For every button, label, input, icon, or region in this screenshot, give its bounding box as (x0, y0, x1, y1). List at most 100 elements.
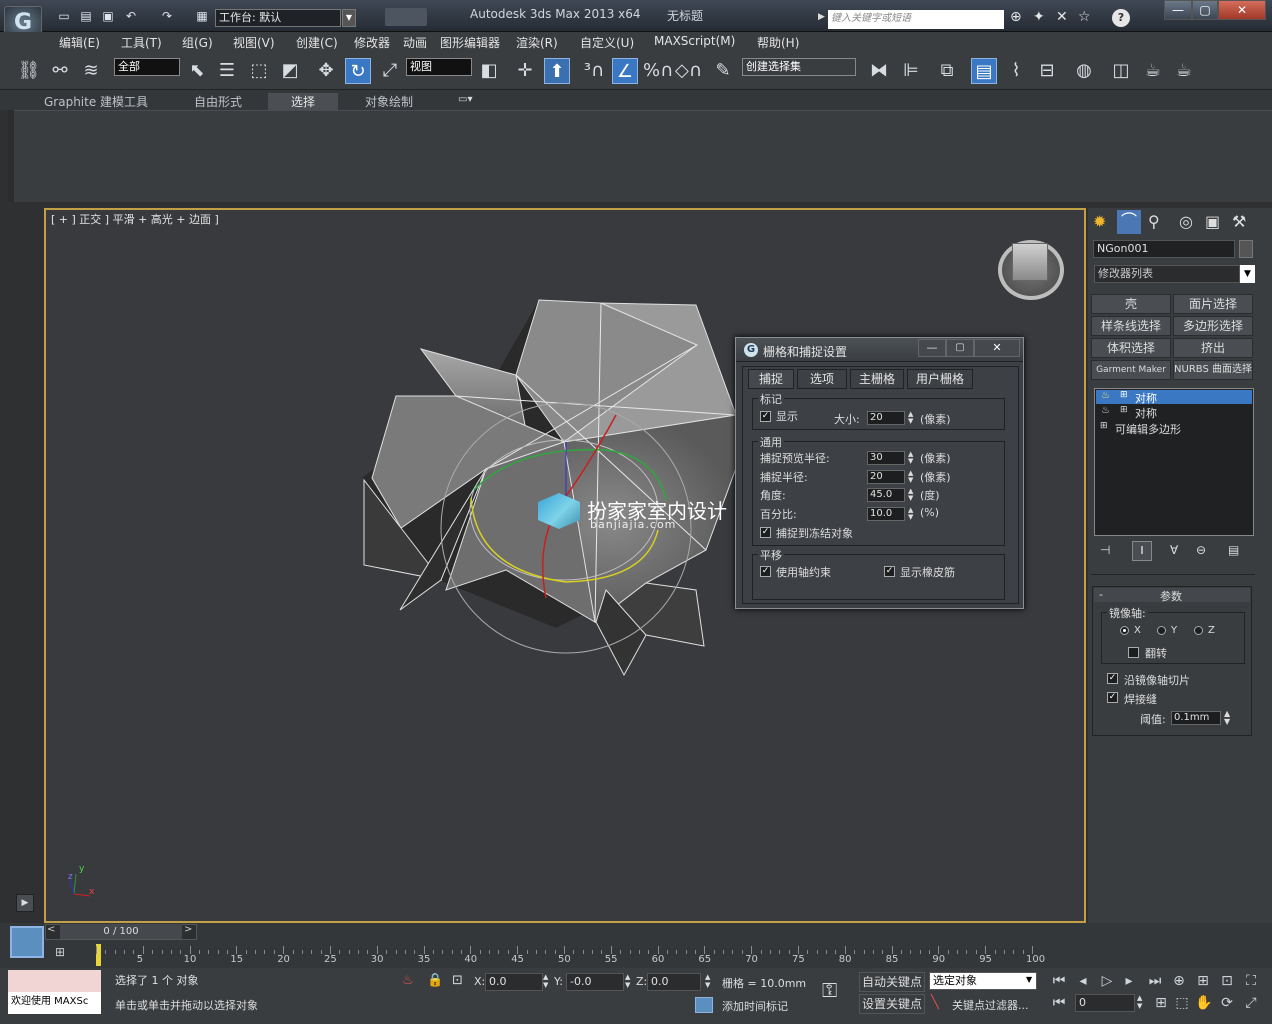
size-spinner-icon[interactable]: ▲ ▼ (908, 411, 913, 425)
time-slider-frame[interactable]: 0 / 100 (60, 924, 182, 939)
modifier-poly-select-button[interactable]: 多边形选择 (1173, 316, 1253, 336)
menu-views[interactable]: 视图(V) (233, 34, 275, 51)
auto-key-button[interactable]: 自动关键点 (859, 972, 925, 992)
render-production-icon[interactable]: ☕ (1171, 58, 1197, 84)
modifier-spline-select-button[interactable]: 样条线选择 (1091, 316, 1171, 336)
render-setup-icon[interactable]: ◫ (1108, 58, 1134, 84)
collapse-minus-icon[interactable]: - (1099, 588, 1103, 601)
binoculars-icon[interactable]: ⊕ (1010, 9, 1022, 25)
play-icon[interactable]: ▷ (1098, 972, 1116, 990)
snap-to-frozen-checkbox[interactable]: ✓ (760, 527, 771, 538)
make-unique-icon[interactable]: ∀ (1170, 543, 1178, 557)
hierarchy-tab-icon[interactable]: ⚲ (1148, 212, 1160, 231)
y-spinner-icon[interactable]: ▲ ▼ (625, 973, 630, 989)
tab-selection[interactable]: 选择 (268, 93, 338, 110)
time-slider-next-icon[interactable]: > (184, 924, 192, 935)
threshold-spinner-icon[interactable]: ▲ ▼ (1224, 710, 1230, 726)
display-tab-icon[interactable]: ▣ (1205, 212, 1220, 231)
create-tab-icon[interactable]: ✹ (1093, 212, 1106, 231)
slice-along-mirror-checkbox[interactable]: ✓ (1107, 673, 1118, 684)
ribbon-options-icon[interactable]: ▭▾ (458, 94, 472, 105)
named-selection-set-select[interactable]: 创建选择集 (742, 58, 856, 76)
modifier-list-select[interactable]: 修改器列表 (1094, 265, 1240, 283)
maxscript-listener-icon[interactable]: ▶ (16, 894, 34, 912)
dialog-maximize-button[interactable]: ▢ (946, 339, 974, 357)
menu-edit[interactable]: 编辑(E) (59, 34, 100, 51)
workspace-select[interactable]: 工作台: 默认 (215, 9, 341, 27)
modifier-garment-maker-button[interactable]: Garment Maker (1091, 360, 1171, 380)
rectangular-selection-icon[interactable]: ⬚ (246, 58, 272, 84)
align-icon[interactable]: ⊫ (898, 58, 924, 84)
preview-radius-spinner-icon[interactable]: ▲ ▼ (908, 451, 913, 465)
rendered-frame-icon[interactable]: ☕ (1140, 58, 1166, 84)
mini-curve-editor-toggle[interactable] (10, 926, 44, 958)
lightbulb-icon[interactable]: ♨ (1101, 390, 1110, 401)
stack-item-symmetry-2[interactable]: 对称 (1135, 405, 1157, 421)
spinner-snap-icon[interactable]: ◇∩ (675, 58, 702, 84)
material-editor-icon[interactable]: ◍ (1071, 58, 1097, 84)
pan-view-icon[interactable]: ✋ (1195, 994, 1213, 1012)
mirror-icon[interactable]: ⧓ (866, 58, 892, 84)
menu-customize[interactable]: 自定义(U) (580, 34, 634, 51)
preview-radius-field[interactable]: 30 (867, 451, 905, 465)
add-time-tag-label[interactable]: 添加时间标记 (722, 998, 788, 1014)
pivot-center-icon[interactable]: ◧ (476, 58, 502, 84)
reference-coordinate-select[interactable]: 视图 (406, 58, 472, 76)
key-mode-select[interactable]: 选定对象 (929, 972, 1037, 990)
tab-object-paint[interactable]: 对象绘制 (365, 93, 413, 110)
menu-animation[interactable]: 动画 (403, 34, 427, 51)
selection-filter-select[interactable]: 全部 (114, 58, 180, 76)
percent-spinner-icon[interactable]: ▲ ▼ (908, 507, 913, 521)
viewport-label[interactable]: [ + ] 正交 ] 平滑 + 高光 + 边面 ] (51, 211, 219, 227)
show-end-result-icon[interactable]: I (1132, 541, 1152, 561)
keyboard-shortcut-override-icon[interactable]: ⬆ (544, 58, 570, 84)
utilities-tab-icon[interactable]: ⚒ (1232, 212, 1246, 231)
expand-plus-icon[interactable]: ⊞ (1120, 390, 1128, 400)
scale-icon[interactable]: ⤢ (377, 58, 403, 84)
tab-options[interactable]: 选项 (797, 369, 847, 389)
x-spinner-icon[interactable]: ▲ ▼ (543, 973, 548, 989)
key-filters-button[interactable]: 关键点过滤器... (952, 997, 1029, 1013)
percent-field[interactable]: 10.0 (867, 507, 905, 521)
menu-tools[interactable]: 工具(T) (121, 34, 162, 51)
menu-maxscript[interactable]: MAXScript(M) (654, 34, 735, 48)
modifier-nurbs-surface-select-button[interactable]: NURBS 曲面选择 (1173, 360, 1253, 380)
modifier-shell-button[interactable]: 壳 (1091, 294, 1171, 314)
schematic-view-icon[interactable]: ⊟ (1034, 58, 1060, 84)
modifier-volume-select-button[interactable]: 体积选择 (1091, 338, 1171, 358)
bind-spacewarp-icon[interactable]: ≋ (78, 58, 104, 84)
angle-field[interactable]: 45.0 (867, 488, 905, 502)
link-icon[interactable]: ⛓ (16, 58, 42, 84)
zoom-extents-icon[interactable]: ⊞ (1194, 972, 1212, 990)
viewcube-box[interactable] (1012, 243, 1048, 281)
tab-snaps[interactable]: 捕捉 (748, 369, 794, 389)
object-color-swatch[interactable] (1239, 240, 1253, 258)
absolute-mode-icon[interactable]: ⊡ (452, 973, 463, 988)
minimize-button[interactable]: — (1164, 0, 1192, 20)
window-crossing-icon[interactable]: ◩ (277, 58, 303, 84)
help-icon[interactable]: ? (1112, 9, 1130, 27)
menu-rendering[interactable]: 渲染(R) (516, 34, 558, 51)
zoom-region-icon[interactable]: ⬚ (1173, 994, 1191, 1012)
zoom-icon[interactable]: ⊕ (1170, 972, 1188, 990)
layer-manager-icon[interactable]: ⧉ (934, 58, 960, 84)
current-frame-field[interactable]: 0 (1075, 994, 1135, 1012)
search-input[interactable]: 键入关键字或短语 (828, 10, 1004, 29)
redo-icon[interactable]: ↷ (158, 8, 176, 24)
menu-group[interactable]: 组(G) (182, 34, 213, 51)
maximize-button[interactable]: ▢ (1192, 0, 1218, 20)
time-slider-prev-icon[interactable]: < (47, 924, 55, 935)
tab-home-grid[interactable]: 主栅格 (850, 369, 904, 389)
dialog-minimize-button[interactable]: — (918, 339, 946, 357)
time-tag-icon[interactable] (695, 997, 713, 1013)
curve-editor-icon[interactable]: ⌇ (1003, 58, 1029, 84)
angle-spinner-icon[interactable]: ▲ ▼ (908, 488, 913, 502)
select-object-icon[interactable]: ⬉ (184, 58, 210, 84)
zoom-extents-all-icon[interactable]: ⊡ (1218, 972, 1236, 990)
display-checkbox[interactable]: ✓ (760, 411, 771, 422)
key-mode-dropdown-icon[interactable]: ▼ (1026, 975, 1032, 984)
menu-help[interactable]: 帮助(H) (757, 34, 799, 51)
new-file-icon[interactable]: ▭ (55, 8, 73, 24)
modifier-list-dropdown-icon[interactable]: ▼ (1240, 265, 1255, 283)
communication-center-icon[interactable]: ✦ (1033, 9, 1045, 25)
